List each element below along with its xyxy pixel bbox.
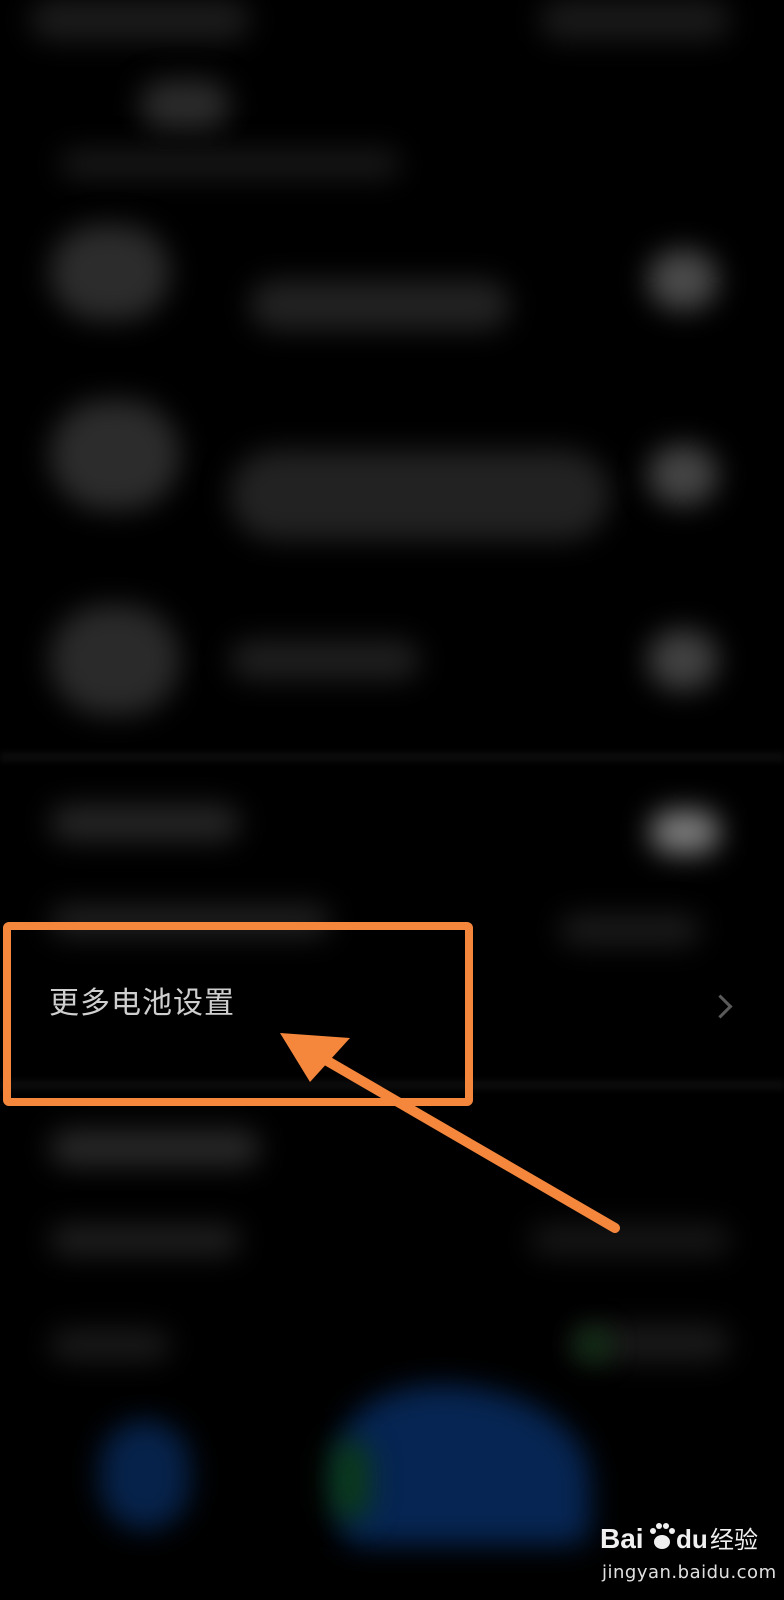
blurred-section-title <box>50 1130 260 1166</box>
blurred-title <box>140 80 230 130</box>
blurred-subtitle <box>60 150 400 178</box>
watermark-url: jingyan.baidu.com <box>602 1562 777 1583</box>
blurred-chart-label <box>50 1330 170 1360</box>
blurred-mode-icon-3 <box>50 605 180 715</box>
blurred-chart-green <box>330 1440 370 1520</box>
baidu-jingyan-logo: Bai du 经验 <box>600 1523 758 1554</box>
blurred-stat-value <box>530 1225 730 1255</box>
blurred-chart-blue-2 <box>340 1385 590 1545</box>
blurred-header-left <box>30 0 250 40</box>
blurred-mode-text-2 <box>230 450 610 540</box>
blurred-row-value <box>560 915 700 945</box>
blurred-header-right <box>540 0 730 40</box>
blurred-toggle-label <box>50 805 240 841</box>
paw-icon <box>650 1523 675 1549</box>
blurred-green-dot <box>578 1330 608 1360</box>
blurred-chart-blue-1 <box>100 1420 190 1530</box>
baidu-jingyan-watermark: Bai du 经验 jingyan.baidu.com <box>600 1510 780 1600</box>
blurred-stat-label <box>50 1225 240 1255</box>
blurred-mode-icon-1 <box>50 225 170 320</box>
blurred-radio-2 <box>648 445 718 505</box>
blurred-divider-1 <box>0 752 784 762</box>
blurred-mode-text-3 <box>230 640 420 680</box>
chevron-right-icon <box>708 994 733 1019</box>
svg-text:经验: 经验 <box>710 1526 758 1554</box>
svg-text:Bai: Bai <box>600 1523 644 1554</box>
blurred-radio-3 <box>648 630 718 690</box>
blurred-radio-1 <box>648 250 718 310</box>
blurred-toggle <box>650 810 720 854</box>
blurred-mode-icon-2 <box>50 400 180 510</box>
svg-text:du: du <box>676 1524 708 1554</box>
blurred-mode-text-1 <box>250 280 510 330</box>
highlight-box <box>3 922 473 1106</box>
